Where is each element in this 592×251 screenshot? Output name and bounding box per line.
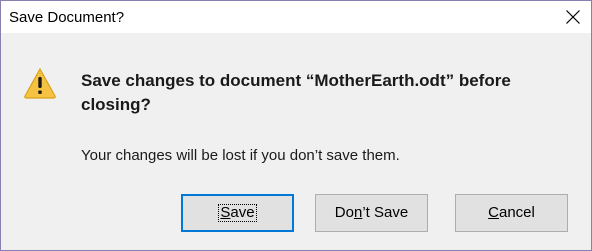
mnemonic-c: C — [488, 204, 499, 221]
focus-indicator: Save — [218, 204, 257, 222]
mnemonic-s: S — [220, 204, 231, 221]
window-title: Save Document? — [9, 9, 125, 26]
warning-icon — [24, 67, 56, 99]
dialog-heading: Save changes to document “MotherEarth.od… — [81, 71, 511, 114]
title-bar: Save Document? — [1, 1, 591, 33]
dialog-message: Your changes will be lost if you don’t s… — [81, 147, 400, 164]
cancel-button[interactable]: Cancel — [455, 194, 568, 232]
dont-save-button[interactable]: Don’t Save — [315, 194, 428, 232]
save-button[interactable]: Save — [181, 194, 294, 232]
save-document-dialog: Save Document? Save changes to document … — [0, 0, 592, 251]
close-icon — [566, 10, 580, 24]
close-button[interactable] — [555, 1, 591, 33]
